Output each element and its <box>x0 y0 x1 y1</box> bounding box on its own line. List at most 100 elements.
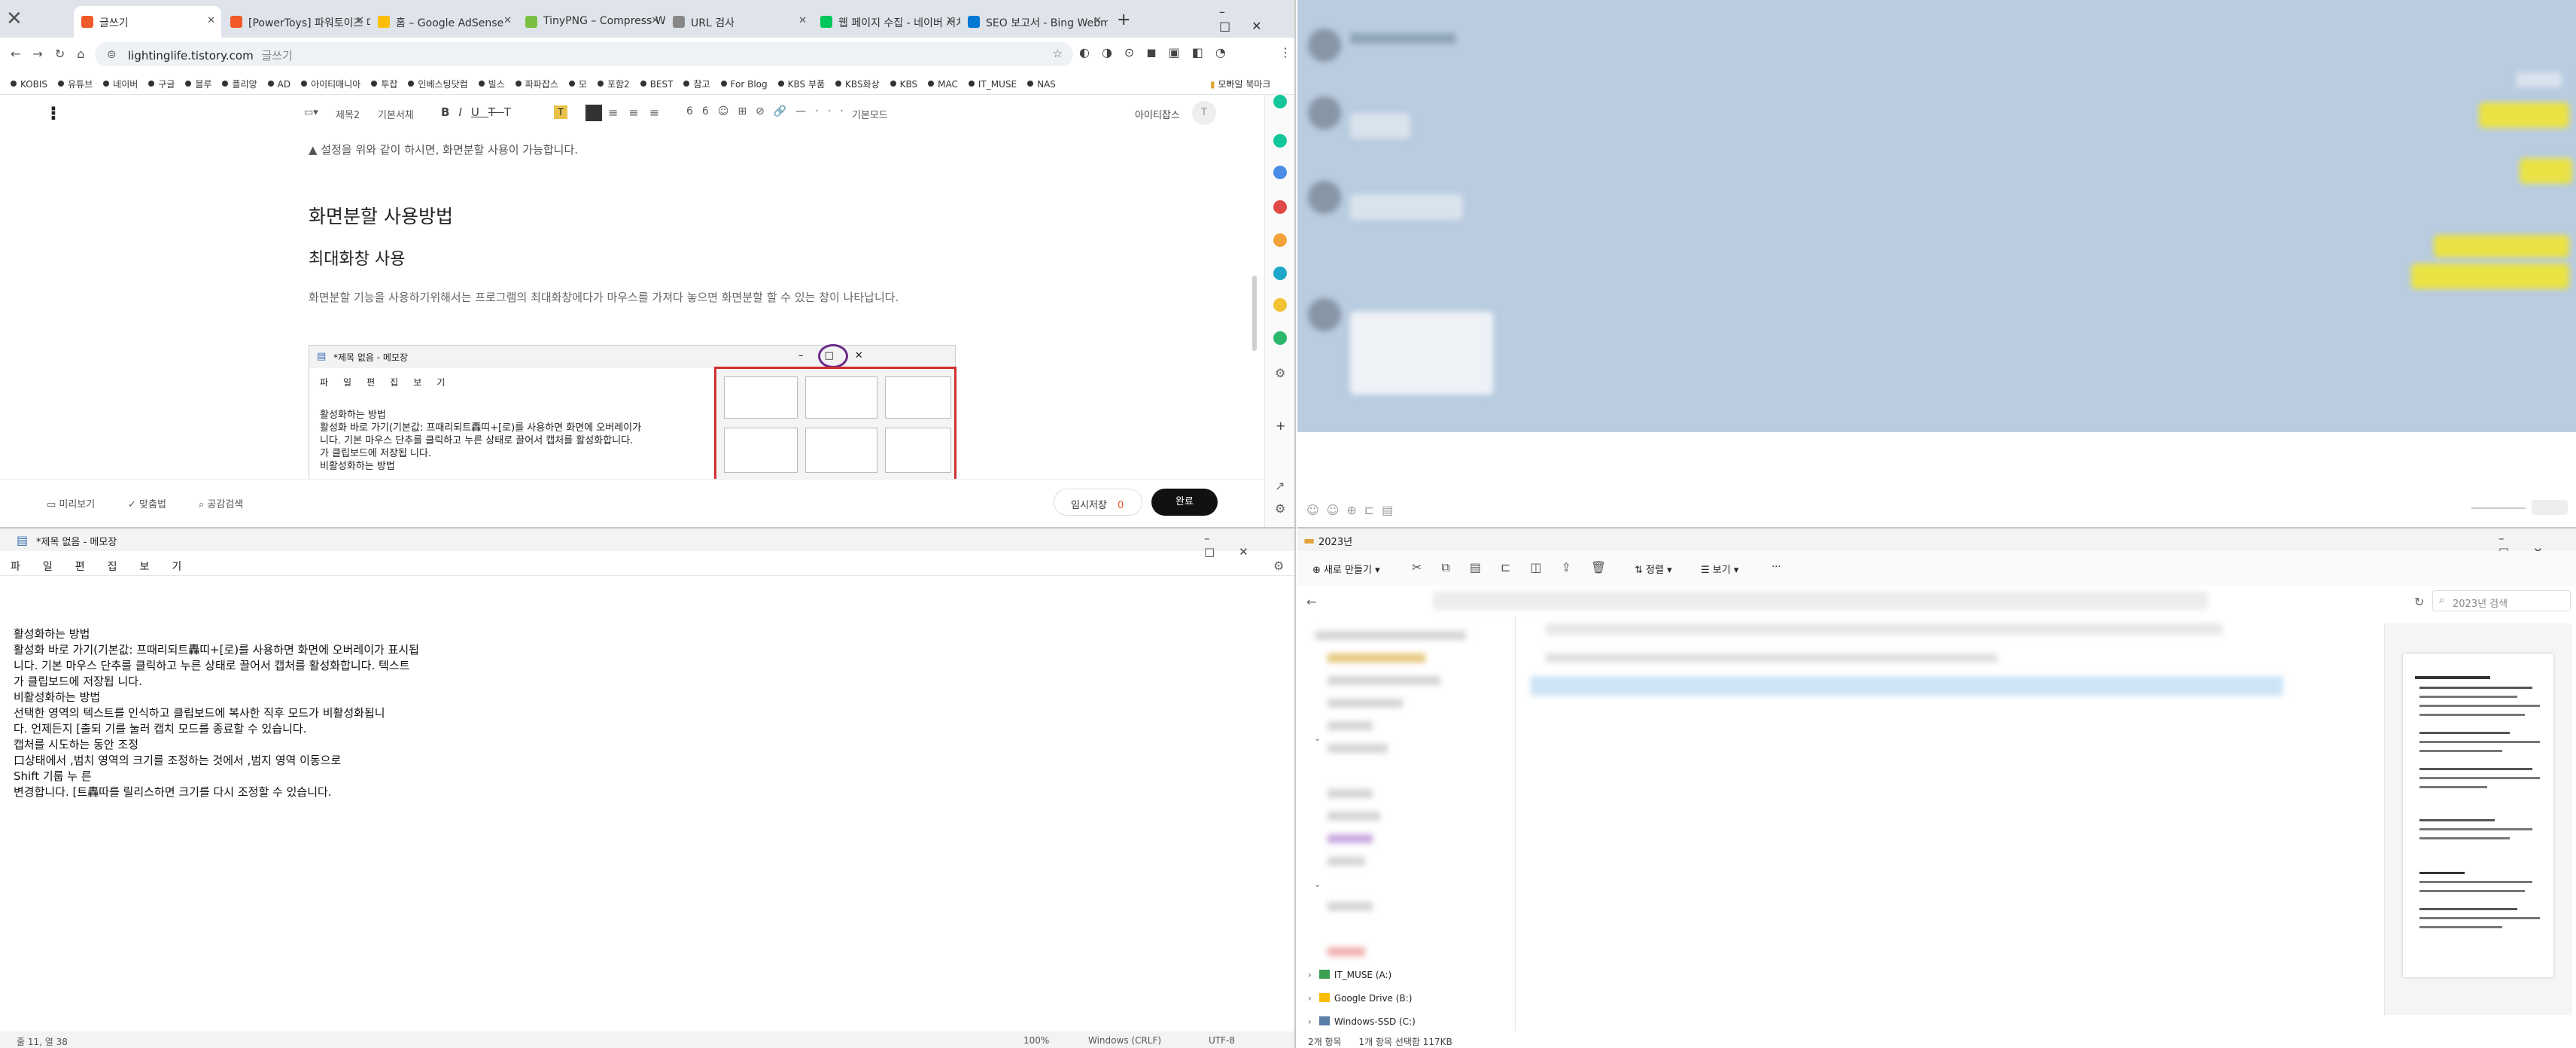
highlight-icon[interactable]: T <box>554 105 567 119</box>
bookmark-item[interactable]: 참고 <box>683 78 710 90</box>
notepad-menu[interactable]: 파일편집보기 <box>11 559 204 574</box>
rail-icon-4[interactable] <box>1273 200 1287 214</box>
user-name[interactable]: 아이티잡스 <box>1135 107 1180 121</box>
view-button[interactable]: ☰ 보기 ▾ <box>1701 562 1738 576</box>
editor-scrollbar[interactable] <box>1252 276 1257 351</box>
bookmark-item[interactable]: NAS <box>1027 79 1056 90</box>
window-controls[interactable]: –□✕ <box>1219 5 1294 33</box>
tab-1[interactable]: [PowerToys] 파워토이즈 다운✕ <box>223 6 370 38</box>
drive-item[interactable]: › IT_MUSE (A:) <box>1308 964 1416 987</box>
heading-select[interactable]: 제목2 <box>336 107 360 121</box>
embedded-screenshot[interactable]: ▤ *제목 없음 - 메모장 –□✕ 파일편집보기 활성화하는 방법 활성화 바로… <box>309 344 956 479</box>
done-button[interactable]: 완료 <box>1151 489 1218 516</box>
rail-icon-8[interactable] <box>1273 331 1287 345</box>
bookmark-item[interactable]: 아이티매니아 <box>301 78 360 90</box>
toolbar-icons[interactable]: ✂⧉▤⊏◫⇪🗑 <box>1412 560 1626 575</box>
bookmark-item[interactable]: 빌스 <box>478 78 505 90</box>
tistory-t-logo[interactable]: ⁝ <box>50 102 57 125</box>
notepad-window-controls[interactable]: –□✕ <box>1204 532 1294 559</box>
navigation-pane[interactable]: ⌄ ⌄ › IT_MUSE (A:) › Google Drive (B:) › Wind… <box>1297 616 1516 1031</box>
rail-icon-6[interactable] <box>1273 267 1287 280</box>
rail-icon-2[interactable] <box>1273 134 1287 148</box>
bookmark-item[interactable]: AD <box>267 79 290 90</box>
rail-gear-icon[interactable]: ⚙ <box>1275 501 1285 516</box>
tab-3[interactable]: TinyPNG – Compress WebP✕ <box>518 6 665 38</box>
tab-0[interactable]: 글쓰기 ✕ <box>74 6 221 38</box>
bookmark-item[interactable]: MAC <box>928 79 958 90</box>
rail-external-icon[interactable]: ↗ <box>1275 479 1285 493</box>
notepad-settings-icon[interactable]: ⚙ <box>1273 559 1284 573</box>
chat-input-icons[interactable]: ☺☺⊕⊏▤ <box>1306 503 1401 517</box>
back-button[interactable]: ← <box>1306 595 1316 609</box>
nav-buttons[interactable]: ←→↻⌂ <box>11 47 96 61</box>
bookmark-item[interactable]: 인베스팅닷컴 <box>408 78 468 90</box>
image-insert-icon[interactable]: ▭▾ <box>304 107 318 118</box>
align-left-icon[interactable] <box>585 105 602 121</box>
rail-add-icon[interactable]: + <box>1276 419 1285 433</box>
bookmark-item[interactable]: 포함2 <box>597 78 630 90</box>
bookmark-item[interactable]: 네이버 <box>103 78 138 90</box>
font-select[interactable]: 기본서체 <box>378 107 414 121</box>
address-bar[interactable]: ⊜ lightinglife.tistory.com 글쓰기 ☆ <box>95 42 1073 66</box>
format-buttons[interactable]: BIUTT <box>441 105 520 119</box>
tab-2[interactable]: 홈 – Google AdSense ✕ <box>370 6 518 38</box>
bookmark-item[interactable]: 파파잡스 <box>515 78 558 90</box>
bookmark-star-icon[interactable]: ☆ <box>1053 47 1063 60</box>
tab-6[interactable]: SEO 보고서 - Bing Webmaster✕ <box>960 6 1108 38</box>
tab-4[interactable]: URL 검사 ✕ <box>665 6 813 38</box>
bookmark-item[interactable]: 모 <box>568 78 587 90</box>
bookmark-item[interactable]: KBS <box>890 79 917 90</box>
tab-close-icon[interactable]: ✕ <box>356 15 364 26</box>
site-info-icon[interactable]: ⊜ <box>107 47 117 61</box>
spellcheck-button[interactable]: ✓ 맞춤법 <box>128 496 166 510</box>
rail-icon-3[interactable] <box>1273 166 1287 179</box>
tab-close-icon[interactable]: ✕ <box>503 15 512 26</box>
tab-close-icon[interactable]: ✕ <box>946 15 954 26</box>
bookmark-item[interactable]: 유튜브 <box>58 78 93 90</box>
bookmark-item[interactable]: IT_MUSE <box>968 79 1017 90</box>
chat-input-area[interactable]: ☺☺⊕⊏▤ <box>1297 432 2576 527</box>
notepad-text-area[interactable]: 활성화하는 방법 활성화 바로 가기(기본값: 프때리되트轟띠+[로)를 사용하면… <box>14 595 419 832</box>
tab-close-icon[interactable]: ✕ <box>207 15 215 26</box>
bookmark-item[interactable]: BEST <box>640 79 673 90</box>
file-list[interactable] <box>1523 623 2283 940</box>
rail-icon-1[interactable] <box>1273 95 1287 108</box>
tab-close-icon[interactable]: ✕ <box>651 15 659 26</box>
menu-icon[interactable]: ⋮ <box>1279 45 1291 59</box>
preview-button[interactable]: ▭ 미리보기 <box>47 496 95 510</box>
bookmark-item[interactable]: For Blog <box>720 79 768 90</box>
rail-icon-7[interactable] <box>1273 298 1287 312</box>
bookmark-item[interactable]: 플리앙 <box>222 78 257 90</box>
bookmark-item[interactable]: KOBIS <box>11 79 47 90</box>
avatar[interactable]: T <box>1192 101 1216 125</box>
more-button[interactable]: ··· <box>1772 562 1781 573</box>
insert-buttons[interactable]: 66☺⊞⊘🔗—··· <box>686 105 853 117</box>
send-button[interactable] <box>2532 500 2568 515</box>
maximize-circle-highlight <box>818 344 848 368</box>
temp-save-button[interactable]: 임시저장 0 <box>1054 489 1142 516</box>
rail-icon-5[interactable] <box>1273 233 1287 247</box>
tab-5[interactable]: 웹 페이지 수집 - 네이버 서치 ✕ <box>813 6 960 38</box>
bookmark-item[interactable]: KBS 부품 <box>777 78 825 90</box>
search-input[interactable]: ⌕ 2023년 검색 <box>2432 590 2571 611</box>
sort-button[interactable]: ⇅ 정렬 ▾ <box>1635 562 1672 576</box>
bookmark-item[interactable]: 블루 <box>185 78 211 90</box>
mobile-bookmarks[interactable]: ▮ 모바일 북마크 <box>1210 78 1271 90</box>
search-button[interactable]: ⌕ 공감검색 <box>199 496 243 510</box>
align-buttons[interactable]: ≡≡≡ <box>608 105 670 120</box>
bookmark-item[interactable]: 구글 <box>148 78 175 90</box>
mode-select[interactable]: 기본모드 <box>852 107 888 121</box>
new-tab-button[interactable]: + <box>1117 11 1130 29</box>
new-button[interactable]: ⊕ 새로 만들기 ▾ <box>1312 562 1380 576</box>
bookmark-item[interactable]: KBS화상 <box>835 78 880 90</box>
tab-close-icon[interactable]: ✕ <box>798 15 807 26</box>
tab-close-icon[interactable]: ✕ <box>1093 15 1102 26</box>
chat-slider[interactable] <box>2471 507 2526 509</box>
drive-item[interactable]: › Windows-SSD (C:) <box>1308 1010 1416 1034</box>
refresh-button[interactable]: ↻ <box>2414 595 2424 609</box>
drive-item[interactable]: › Google Drive (B:) <box>1308 987 1416 1010</box>
extension-icons[interactable]: ◐◑⊙◼▣◧◔ <box>1079 45 1238 59</box>
rail-settings-icon[interactable]: ⚙ <box>1275 366 1285 380</box>
editor-content[interactable]: ▲ 설정을 위와 같이 하시면, 화면분할 사용이 가능합니다. 화면분할 사용… <box>0 133 1264 479</box>
bookmark-item[interactable]: 투잡 <box>371 78 397 90</box>
